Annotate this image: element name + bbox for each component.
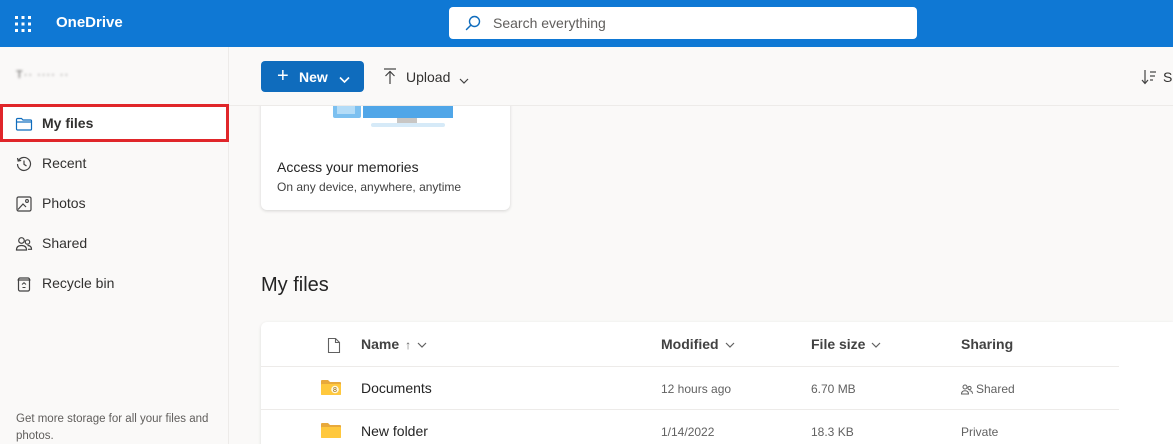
column-header-name[interactable]: Name ↑ — [361, 336, 427, 352]
upload-button-label: Upload — [406, 69, 451, 85]
chevron-down-icon — [417, 342, 427, 348]
devices-illustration-icon — [301, 106, 471, 135]
sort-button-label: Sort — [1163, 69, 1173, 85]
column-header-sharing-label: Sharing — [961, 336, 1014, 352]
storage-upsell-text[interactable]: Get more storage for all your files and … — [16, 411, 216, 444]
sidebar-item-label: Shared — [42, 235, 88, 251]
file-list: Name ↑ Modified File size Sharing 8 Docum… — [261, 322, 1173, 444]
sidebar-item-label: Photos — [42, 195, 86, 211]
file-sharing-status[interactable]: Private — [961, 425, 998, 439]
file-name[interactable]: Documents — [361, 380, 432, 396]
file-size: 18.3 KB — [811, 425, 854, 439]
people-icon — [960, 384, 973, 395]
column-header-sharing[interactable]: Sharing — [961, 336, 1013, 352]
sidebar-item-label: Recent — [42, 155, 87, 171]
new-button-label: New — [299, 69, 328, 85]
recycle-bin-icon — [15, 275, 33, 293]
app-title[interactable]: OneDrive — [56, 14, 123, 31]
top-bar: OneDrive — [0, 0, 1173, 47]
file-list-header: Name ↑ Modified File size Sharing — [261, 322, 1173, 366]
upload-arrow-icon — [383, 68, 397, 88]
chevron-down-icon — [459, 72, 469, 88]
search-box[interactable] — [449, 7, 917, 39]
column-header-modified[interactable]: Modified — [661, 336, 735, 352]
sort-ascending-icon: ↑ — [405, 338, 412, 352]
column-header-modified-label: Modified — [661, 336, 719, 352]
file-sharing-label: Shared — [976, 382, 1015, 396]
history-icon — [15, 155, 33, 173]
sort-icon — [1141, 69, 1157, 88]
column-header-name-label: Name — [361, 336, 400, 352]
chevron-down-icon — [339, 71, 350, 87]
app-launcher-icon[interactable] — [14, 15, 32, 33]
sidebar: T·· ···· ·· My files Recent Photos Share… — [0, 47, 229, 444]
upload-button[interactable]: Upload — [377, 61, 477, 92]
promo-card-title: Access your memories — [277, 159, 419, 175]
sidebar-item-recycle-bin[interactable]: Recycle bin — [0, 264, 229, 302]
command-bar: + New Upload Sort — [229, 47, 1173, 106]
table-row[interactable]: 8 Documents 12 hours ago 6.70 MB Shared — [261, 366, 1119, 409]
sidebar-item-my-files[interactable]: My files — [0, 104, 229, 142]
folder-icon — [321, 422, 341, 444]
svg-text:8: 8 — [333, 387, 337, 394]
file-size: 6.70 MB — [811, 382, 856, 396]
main-content: Access your memories On any device, anyw… — [229, 106, 1173, 444]
file-sharing-status[interactable]: Shared — [960, 382, 1015, 396]
file-modified: 1/14/2022 — [661, 425, 715, 439]
new-button[interactable]: + New — [261, 61, 364, 92]
promo-card-subtitle: On any device, anywhere, anytime — [277, 180, 462, 194]
people-icon — [15, 235, 33, 253]
sidebar-item-photos[interactable]: Photos — [0, 184, 229, 222]
chevron-down-icon — [872, 342, 881, 348]
column-header-file-size-label: File size — [811, 336, 866, 352]
search-icon — [465, 15, 481, 36]
sort-button[interactable]: Sort — [1139, 61, 1173, 92]
sidebar-item-label: My files — [42, 115, 94, 131]
image-icon — [15, 195, 33, 213]
user-name: T·· ···· ·· — [16, 69, 70, 81]
file-name[interactable]: New folder — [361, 423, 428, 439]
shared-folder-icon: 8 — [321, 379, 341, 401]
sidebar-item-label: Recycle bin — [42, 275, 115, 291]
search-input[interactable] — [493, 7, 893, 39]
file-modified: 12 hours ago — [661, 382, 732, 396]
promo-card[interactable]: Access your memories On any device, anyw… — [261, 106, 510, 210]
chevron-down-icon — [725, 342, 734, 348]
plus-icon: + — [277, 65, 289, 87]
page-title: My files — [261, 274, 329, 296]
folder-icon — [15, 115, 33, 133]
sidebar-item-shared[interactable]: Shared — [0, 224, 229, 262]
table-row[interactable]: New folder 1/14/2022 18.3 KB Private — [261, 409, 1119, 444]
column-header-file-size[interactable]: File size — [811, 336, 881, 352]
file-type-column-icon[interactable] — [321, 336, 341, 354]
sidebar-item-recent[interactable]: Recent — [0, 144, 229, 182]
